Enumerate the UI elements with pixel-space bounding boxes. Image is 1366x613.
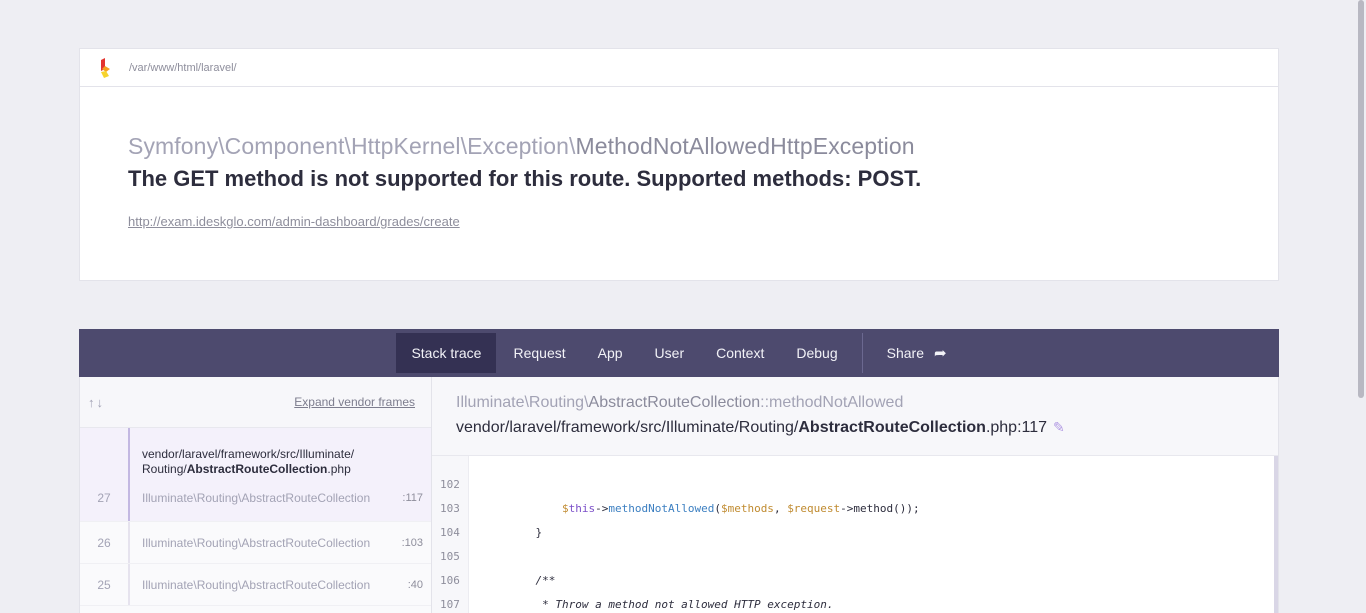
line-number: 102 xyxy=(440,477,460,491)
tab-request[interactable]: Request xyxy=(498,333,580,373)
code-source: * Throw a method not allowed HTTP except… xyxy=(509,597,834,611)
frame-line: :103 xyxy=(401,536,423,549)
code-line: 102 xyxy=(432,472,1278,496)
exception-message: The GET method is not supported for this… xyxy=(128,166,922,191)
method-separator: :: xyxy=(760,394,770,411)
expand-vendor-frames-link[interactable]: Expand vendor frames xyxy=(294,395,415,409)
code-file-path: vendor/laravel/framework/src/Illuminate/… xyxy=(456,419,1278,437)
code-header: Illuminate\Routing\AbstractRouteCollecti… xyxy=(432,377,1278,456)
tab-divider xyxy=(861,333,863,373)
frame-number: 27 xyxy=(97,491,111,505)
exception-namespace: Symfony\Component\HttpKernel\Exception\ xyxy=(128,133,576,159)
app-path: /var/www/html/laravel/ xyxy=(129,61,237,74)
exception-class: Symfony\Component\HttpKernel\Exception\M… xyxy=(128,133,915,160)
path-bar: /var/www/html/laravel/ xyxy=(80,49,1278,87)
frame-class: Illuminate\Routing\AbstractRouteCollecti… xyxy=(142,535,371,550)
ignition-logo-icon xyxy=(98,57,112,78)
error-header-card: /var/www/html/laravel/ Symfony\Component… xyxy=(79,48,1279,281)
tab-debug[interactable]: Debug xyxy=(781,333,852,373)
code-viewer: Illuminate\Routing\AbstractRouteCollecti… xyxy=(432,377,1278,613)
share-icon: ➦ xyxy=(933,345,947,362)
code-line: 103 $this->methodNotAllowed($methods, $r… xyxy=(432,496,1278,520)
method-namespace: Illuminate\Routing\ xyxy=(456,394,589,411)
tab-context[interactable]: Context xyxy=(701,333,779,373)
page-scrollbar[interactable] xyxy=(1356,0,1366,613)
line-number: 107 xyxy=(440,597,460,611)
frame-file-name: AbstractRouteCollection xyxy=(186,462,328,476)
code-file-line: .php:117 xyxy=(985,419,1048,436)
frame-file-line1: vendor/laravel/framework/src/Illuminate/ xyxy=(142,447,355,461)
code-line: 106 /** xyxy=(432,568,1278,592)
frames-list: ↑↓ Expand vendor frames vendor/laravel/f… xyxy=(80,377,432,613)
share-label: Share xyxy=(886,345,924,361)
exception-short-name: MethodNotAllowedHttpException xyxy=(575,133,915,159)
tab-share[interactable]: Share ➦ xyxy=(872,333,962,373)
frame-row[interactable]: 25 Illuminate\Routing\AbstractRouteColle… xyxy=(80,564,431,606)
request-url-link[interactable]: http://exam.ideskglo.com/admin-dashboard… xyxy=(128,214,460,229)
code-method: Illuminate\Routing\AbstractRouteCollecti… xyxy=(456,394,1278,412)
code-source: } xyxy=(509,525,543,539)
code-line: 105 xyxy=(432,544,1278,568)
frame-indicator-bar xyxy=(128,564,130,605)
code-line: 107 * Throw a method not allowed HTTP ex… xyxy=(432,592,1278,613)
code-line: 104 } xyxy=(432,520,1278,544)
tab-user[interactable]: User xyxy=(640,333,700,373)
frame-class: Illuminate\Routing\AbstractRouteCollecti… xyxy=(142,577,371,592)
frame-line: :117 xyxy=(402,492,423,504)
line-number: 105 xyxy=(440,549,460,563)
frame-file-path: vendor/laravel/framework/src/Illuminate/… xyxy=(142,447,354,477)
code-source: /** xyxy=(509,573,556,587)
line-number: 106 xyxy=(440,573,460,587)
code-file-dir: vendor/laravel/framework/src/Illuminate/… xyxy=(456,419,799,436)
frame-row[interactable]: 26 Illuminate\Routing\AbstractRouteColle… xyxy=(80,522,431,564)
code-scrollbar[interactable] xyxy=(1274,456,1278,613)
line-number: 103 xyxy=(440,501,460,515)
tab-bar: Stack trace Request App User Context Deb… xyxy=(79,329,1279,377)
frame-navigation-arrows-icon[interactable]: ↑↓ xyxy=(88,395,105,410)
edit-pencil-icon[interactable]: ✎ xyxy=(1053,419,1065,435)
frames-header: ↑↓ Expand vendor frames xyxy=(80,377,431,428)
scrollbar-thumb[interactable] xyxy=(1358,0,1364,398)
code-body: 102 103 $this->methodNotAllowed($methods… xyxy=(432,456,1278,613)
tab-app[interactable]: App xyxy=(583,333,638,373)
frame-number: 25 xyxy=(97,577,111,592)
code-source: $this->methodNotAllowed($methods, $reque… xyxy=(561,501,920,515)
tab-stack-trace[interactable]: Stack trace xyxy=(396,333,497,373)
line-number: 104 xyxy=(440,525,460,539)
frame-indicator-bar xyxy=(128,522,130,563)
code-file-name: AbstractRouteCollection xyxy=(798,419,986,436)
frame-file-ext: .php xyxy=(327,462,351,476)
method-class: AbstractRouteCollection xyxy=(588,394,761,411)
method-name: methodNotAllowed xyxy=(769,394,904,411)
frame-line: :40 xyxy=(407,578,423,591)
stack-trace-panel: ↑↓ Expand vendor frames vendor/laravel/f… xyxy=(79,377,1279,613)
frame-number: 26 xyxy=(97,535,111,550)
frame-file-dir: Routing/ xyxy=(142,462,187,476)
frame-row-active[interactable]: vendor/laravel/framework/src/Illuminate/… xyxy=(80,428,431,522)
frame-class: Illuminate\Routing\AbstractRouteCollecti… xyxy=(142,491,371,505)
